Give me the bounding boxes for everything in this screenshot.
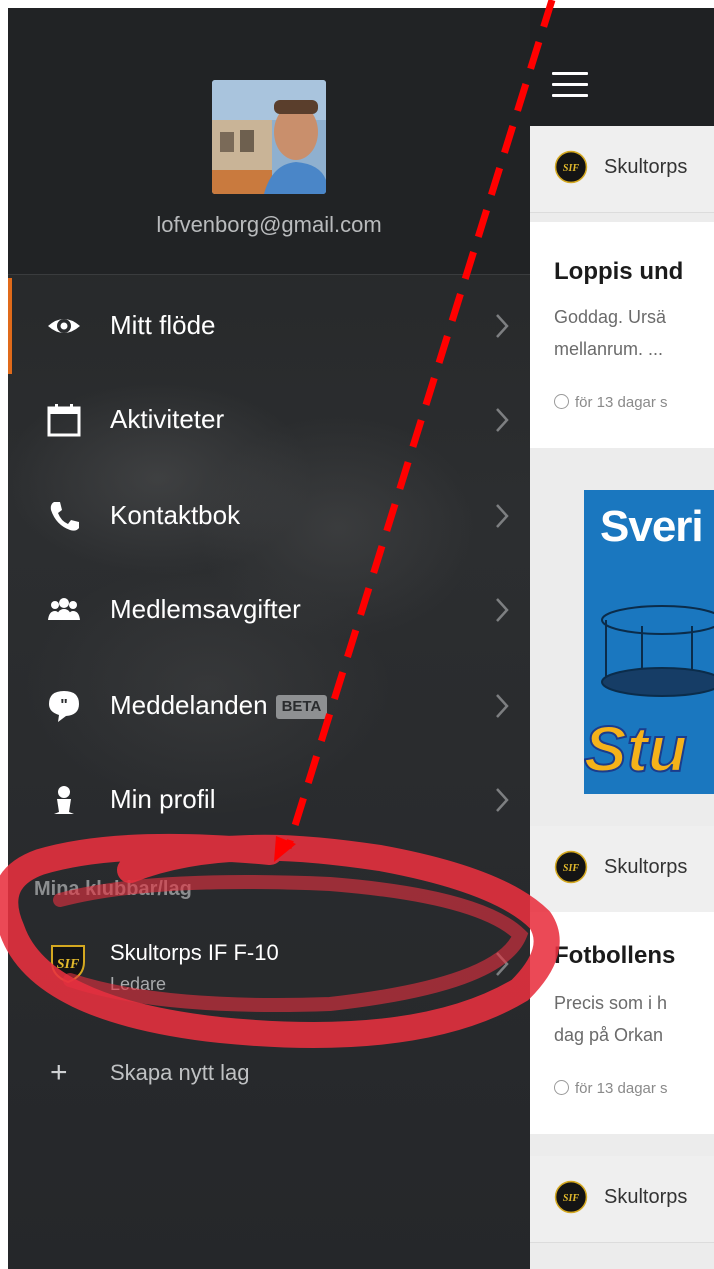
feed-club-header[interactable]: SIF Skultorps: [530, 826, 714, 913]
plus-icon: +: [50, 1056, 68, 1089]
svg-text:SIF: SIF: [563, 163, 579, 174]
ad-footer: Stu: [584, 712, 688, 786]
feed-club-header[interactable]: SIF Skultorps: [530, 1156, 714, 1243]
menu-label: Mitt flöde: [110, 310, 216, 340]
phone-icon: [50, 502, 79, 531]
post-card[interactable]: Loppis und Goddag. Ursä mellanrum. ... f…: [530, 222, 714, 448]
post-excerpt: dag på Orkan: [554, 1025, 664, 1045]
menu-item-kontaktbok[interactable]: Kontaktbok: [8, 468, 530, 564]
ad-headline: Sveri: [600, 502, 704, 551]
feed-club-name: Skultorps: [604, 156, 688, 178]
club-role: Ledare: [110, 974, 167, 994]
chevron-right-icon: [496, 694, 509, 718]
post-card[interactable]: Fotbollens Precis som i h dag på Orkan f…: [530, 912, 714, 1134]
club-logo-icon: SIF: [51, 945, 85, 984]
avatar[interactable]: [212, 80, 326, 194]
svg-text:SIF: SIF: [563, 863, 579, 874]
post-excerpt: Goddag. Ursä: [554, 307, 667, 327]
profile-header: lofvenborg@gmail.com: [8, 8, 530, 275]
beta-badge: BETA: [275, 695, 328, 720]
menu-item-medlemsavgifter[interactable]: Medlemsavgifter: [8, 562, 530, 658]
chevron-right-icon: [496, 952, 509, 976]
chevron-right-icon: [496, 408, 509, 432]
svg-text:SIF: SIF: [563, 1193, 579, 1204]
menu-label: Kontaktbok: [110, 500, 241, 530]
chevron-right-icon: [496, 598, 509, 622]
menu-label: Min profil: [110, 784, 216, 814]
chat-bubble-icon: ": [49, 691, 79, 722]
menu-label: Medlemsavgifter: [110, 594, 301, 624]
main-feed: SIF Skultorps Loppis und Goddag. Ursä me…: [530, 8, 714, 1269]
menu-label: Meddelanden BETA: [110, 688, 328, 722]
menu-item-meddelanden[interactable]: " Meddelanden BETA: [8, 658, 530, 754]
menu-item-aktiviteter[interactable]: Aktiviteter: [8, 372, 530, 468]
eye-icon: [48, 319, 80, 333]
post-excerpt: Precis som i h: [554, 993, 668, 1013]
club-name: Skultorps IF F-10: [110, 940, 279, 965]
post-excerpt: mellanrum. ...: [554, 339, 664, 359]
svg-text:SIF: SIF: [57, 957, 80, 972]
feed-club-name: Skultorps: [604, 1186, 688, 1208]
top-app-bar: [530, 8, 714, 126]
account-email: lofvenborg@gmail.com: [156, 212, 382, 237]
calendar-icon: [47, 404, 81, 437]
chevron-right-icon: [496, 504, 509, 528]
post-time: för 13 dagar s: [554, 1080, 668, 1097]
create-team-button[interactable]: + Skapa nytt lag: [8, 1038, 530, 1108]
feed-club-header[interactable]: SIF Skultorps: [530, 126, 714, 213]
club-logo-icon: SIF: [554, 1180, 588, 1214]
club-logo-icon: SIF: [554, 150, 588, 184]
menu-label: Aktiviteter: [110, 404, 225, 434]
post-title: Fotbollens: [554, 942, 676, 969]
navigation-drawer: lofvenborg@gmail.com Mitt flöde Aktivite…: [8, 8, 530, 1269]
club-logo-icon: SIF: [554, 850, 588, 884]
svg-text:": ": [60, 697, 68, 714]
chevron-right-icon: [496, 788, 509, 812]
section-title-clubs: Mina klubbar/lag: [34, 878, 192, 900]
club-item-skultorps[interactable]: SIF Skultorps IF F-10 Ledare: [8, 920, 530, 1004]
clock-icon: [554, 394, 569, 409]
menu-item-mitt-flode[interactable]: Mitt flöde: [8, 278, 530, 374]
create-team-label: Skapa nytt lag: [110, 1060, 250, 1085]
chevron-right-icon: [496, 314, 509, 338]
menu-item-min-profil[interactable]: Min profil: [8, 752, 530, 848]
hamburger-menu-icon[interactable]: [552, 72, 588, 100]
people-icon: [48, 598, 80, 620]
person-icon: [54, 786, 74, 814]
feed-club-name: Skultorps: [604, 856, 688, 878]
ad-banner[interactable]: Sveri Stu: [584, 490, 714, 794]
post-title: Loppis und: [554, 258, 684, 285]
post-time: för 13 dagar s: [554, 394, 668, 411]
clock-icon: [554, 1080, 569, 1095]
trampoline-image: [601, 605, 714, 697]
